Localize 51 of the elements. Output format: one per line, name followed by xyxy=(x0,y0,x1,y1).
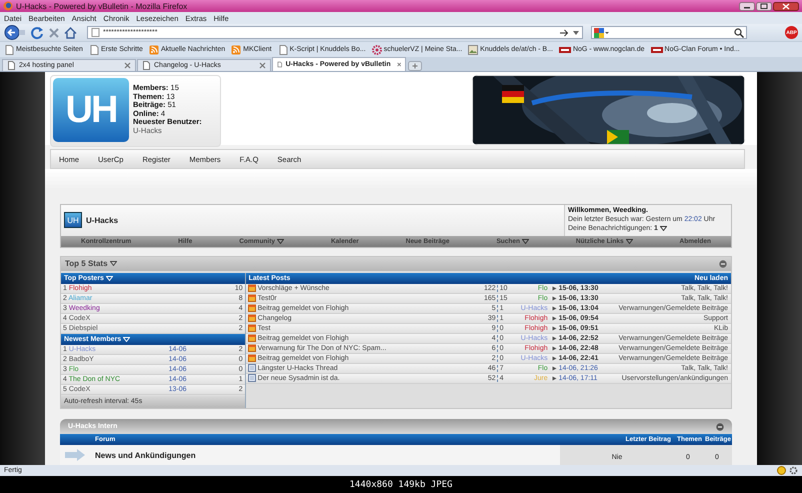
firefox-icon xyxy=(3,1,13,11)
close-icon[interactable] xyxy=(259,62,266,69)
page-icon xyxy=(88,44,99,54)
folder-icon xyxy=(248,294,256,302)
page-icon xyxy=(91,28,100,37)
badge-icon xyxy=(558,44,571,54)
caret-icon xyxy=(110,261,117,266)
caret-icon xyxy=(106,276,113,280)
folder-icon xyxy=(248,314,256,322)
close-button[interactable] xyxy=(773,2,799,10)
back-button[interactable] xyxy=(4,25,26,40)
search-field[interactable] xyxy=(591,26,747,39)
collapse-icon[interactable] xyxy=(719,260,727,268)
feed-icon xyxy=(148,44,159,54)
window-title: U-Hacks - Powered by vBulletin - Mozilla Firefox xyxy=(16,2,188,10)
caret-icon xyxy=(660,226,667,232)
forum-title[interactable]: U-Hacks xyxy=(86,216,118,225)
search-icon[interactable] xyxy=(734,28,744,38)
reload-icon[interactable] xyxy=(30,26,44,40)
feed-icon xyxy=(231,44,242,54)
close-icon[interactable] xyxy=(396,61,401,68)
page-icon xyxy=(277,60,283,69)
document-icon xyxy=(248,374,256,382)
folder-icon xyxy=(248,324,256,332)
folder-icon xyxy=(248,334,256,342)
folder-icon xyxy=(248,304,256,312)
search-engine-icon[interactable] xyxy=(594,28,610,38)
caret-icon xyxy=(123,336,130,342)
go-arrow-icon[interactable] xyxy=(560,28,569,36)
image-icon xyxy=(468,44,478,54)
folder-icon xyxy=(248,284,256,292)
minimize-button[interactable] xyxy=(739,2,755,10)
collapse-icon[interactable] xyxy=(716,422,724,430)
gear-icon[interactable] xyxy=(789,466,798,475)
dropdown-icon[interactable] xyxy=(573,30,579,34)
flower-icon xyxy=(372,44,382,54)
panel-title[interactable]: Top 5 Stats xyxy=(65,259,108,268)
maximize-button[interactable] xyxy=(756,2,772,10)
site-logo[interactable]: UH xyxy=(64,212,82,228)
arrow-icon xyxy=(64,449,86,461)
folder-icon xyxy=(248,344,256,352)
folder-icon xyxy=(248,354,256,362)
smiley-icon[interactable] xyxy=(777,466,786,475)
home-icon[interactable] xyxy=(64,26,77,38)
new-tab-button[interactable] xyxy=(408,61,422,71)
forum-link[interactable]: News und Ankündigungen xyxy=(92,450,560,460)
page-icon xyxy=(278,44,288,54)
badge-icon xyxy=(650,44,663,54)
document-icon xyxy=(248,364,256,372)
close-icon[interactable] xyxy=(124,62,131,69)
page-icon xyxy=(142,61,151,70)
